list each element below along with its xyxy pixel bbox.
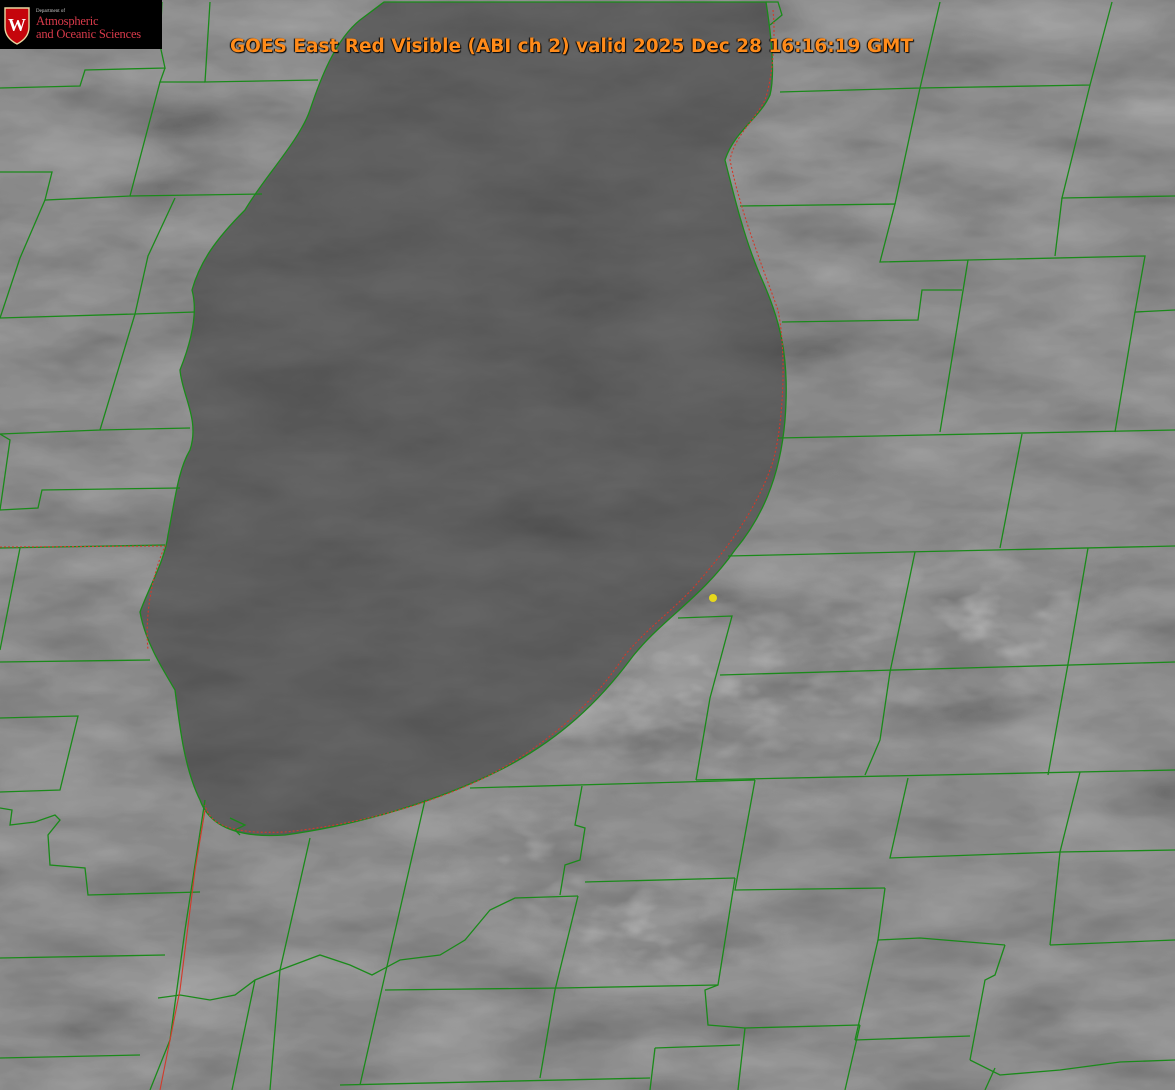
uw-aos-logo: W Department of Atmospheric and Oceanic …	[0, 0, 162, 49]
yellow-dot-marker	[709, 594, 717, 602]
crest-letter: W	[8, 15, 26, 35]
map-canvas	[0, 0, 1175, 1090]
crest-icon: W	[3, 5, 31, 45]
logo-line-1: Atmospheric	[36, 14, 99, 28]
satellite-map: W Department of Atmospheric and Oceanic …	[0, 0, 1175, 1090]
image-title: GOES East Red Visible (ABI ch 2) valid 2…	[230, 36, 914, 57]
logo-line-2: and Oceanic Sciences	[36, 26, 141, 41]
